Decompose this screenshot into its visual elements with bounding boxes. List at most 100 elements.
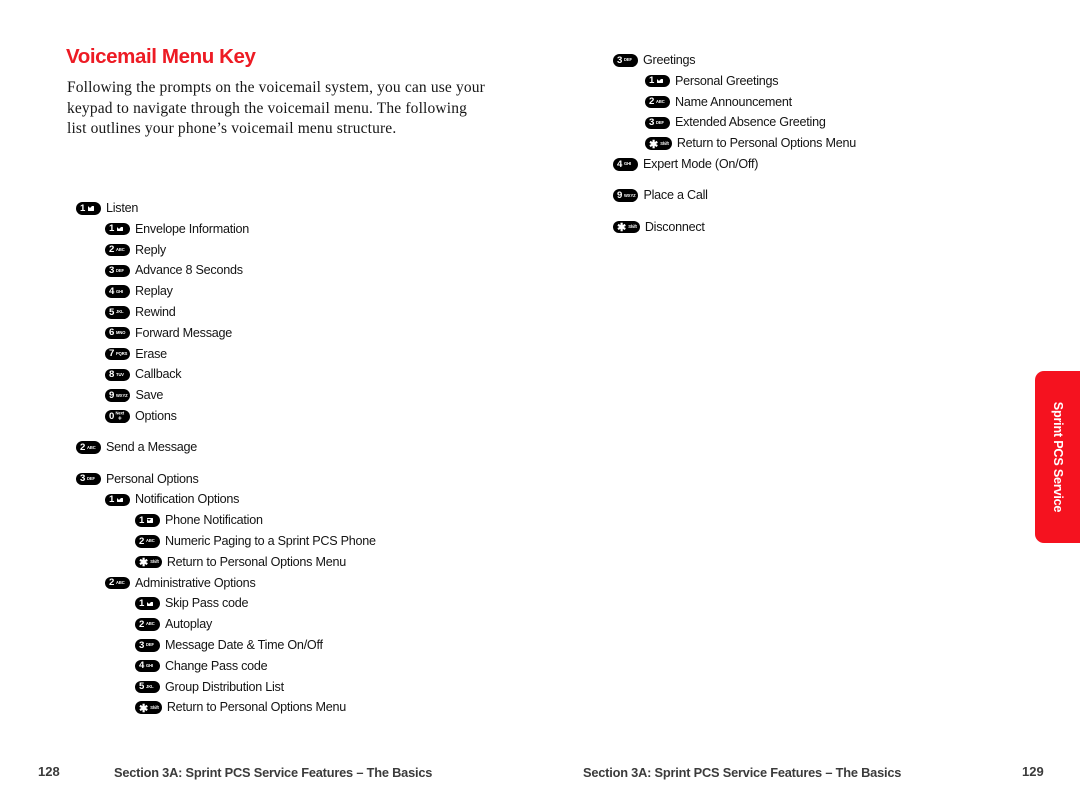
keypad-key-4-icon: 4 GHI <box>613 158 638 171</box>
keypad-key-digit: 2 <box>109 577 115 589</box>
menu-item: ✱ Shift Disconnect <box>540 217 1080 238</box>
menu-item-label: Phone Notification <box>165 513 263 528</box>
keypad-key-sublabel: ABC <box>656 98 665 105</box>
keypad-key-star-icon: ✱ Shift <box>135 555 162 569</box>
menu-item: 4 GHI Replay <box>0 281 540 302</box>
menu-item-label: Notification Options <box>135 492 240 507</box>
keypad-key-digit: 3 <box>80 473 86 485</box>
keypad-key-5-icon: 5 JKL <box>135 680 160 694</box>
keypad-key-digit: 5 <box>109 306 115 318</box>
keypad-key-sublabel: Shift <box>150 704 159 710</box>
right-page-column: 3 DEF Greetings 1 Personal Greetings 2 ABC Name… <box>540 0 1080 810</box>
menu-item-label: Group Distribution List <box>165 679 284 694</box>
envelope-icon <box>87 206 94 211</box>
keypad-key-3-icon: 3 DEF <box>645 116 670 130</box>
keypad-key-sublabel: ABC <box>116 579 125 586</box>
keypad-key-digit: 2 <box>80 441 86 453</box>
keypad-key-3-icon: 3 DEF <box>135 639 160 652</box>
star-glyph: ✱ <box>139 702 149 715</box>
keypad-key-7-icon: 7 PQRS <box>105 347 131 361</box>
keypad-key-digit: 1 <box>109 493 115 505</box>
voicemail-menu-right: 3 DEF Greetings 1 Personal Greetings 2 ABC Name… <box>540 50 1080 237</box>
menu-item: 9 WXYZ Place a Call <box>540 185 1080 206</box>
keypad-key-sublabel: ABC <box>146 537 155 544</box>
keypad-key-1-icon: 1 <box>105 493 130 506</box>
menu-item-label: Extended Absence Greeting <box>675 115 826 130</box>
keypad-key-sublabel: WXYZ <box>624 192 636 198</box>
keypad-key-digit: 1 <box>139 597 145 609</box>
right-page-number: 129 <box>1022 764 1044 779</box>
keypad-key-1-icon: 1 <box>105 222 130 236</box>
keypad-key-1-icon: 1 <box>135 514 160 527</box>
envelope-icon <box>146 601 153 606</box>
keypad-key-sublabel: PQRS <box>116 350 128 357</box>
keypad-key-sublabel: Shift <box>150 558 159 565</box>
keypad-key-9-icon: 9 WXYZ <box>613 189 639 202</box>
menu-item-label: Disconnect <box>644 219 705 234</box>
keypad-key-digit: 7 <box>109 348 115 360</box>
keypad-key-digit: 2 <box>649 96 655 108</box>
menu-item-label: Change Pass code <box>165 658 268 673</box>
menu-item: 2 ABC Reply <box>0 240 540 261</box>
menu-item-label: Options <box>135 409 177 424</box>
keypad-key-2-icon: 2 ABC <box>135 618 160 631</box>
keypad-key-sublabel: GHI <box>624 160 632 167</box>
menu-item: 2 ABC Send a Message <box>0 437 540 458</box>
left-page-number: 128 <box>38 764 60 779</box>
keypad-key-4-icon: 4 GHI <box>105 285 130 298</box>
keypad-key-digit: 9 <box>109 389 115 401</box>
menu-item-label: Expert Mode (On/Off) <box>643 157 759 172</box>
menu-item: 1 Listen <box>0 198 540 219</box>
menu-item: ✱ Shift Return to Personal Options Menu <box>0 697 540 718</box>
menu-item-label: Administrative Options <box>135 575 256 590</box>
section-side-tab: Sprint PCS Service <box>1035 371 1080 543</box>
keypad-key-digit: 3 <box>109 264 115 276</box>
menu-item: ✱ Shift Return to Personal Options Menu <box>540 133 1080 154</box>
keypad-key-sublabel: GHI <box>116 288 124 294</box>
menu-item-label: Personal Greetings <box>675 73 779 88</box>
keypad-key-1-icon: 1 <box>76 202 101 215</box>
keypad-key-digit: 0 <box>109 410 115 422</box>
menu-item-label: Autoplay <box>165 617 213 632</box>
keypad-key-digit: 3 <box>139 639 145 651</box>
keypad-key-digit: 2 <box>109 244 115 256</box>
menu-item-label: Replay <box>135 284 173 299</box>
keypad-key-6-icon: 6 MNO <box>105 326 130 340</box>
keypad-key-digit: 9 <box>617 189 623 201</box>
envelope-icon <box>146 518 153 523</box>
menu-item: 3 DEF Personal Options <box>0 469 540 490</box>
manual-page: Voicemail Menu Key Following the prompts… <box>0 0 1080 810</box>
keypad-key-sublabel: MNO <box>116 329 126 336</box>
menu-item-label: Reply <box>135 242 166 257</box>
menu-item: 7 PQRS Erase <box>0 344 540 365</box>
keypad-key-9-icon: 9 WXYZ <box>105 389 131 402</box>
menu-item-label: Personal Options <box>106 471 199 486</box>
menu-item: 1 Skip Pass code <box>0 593 540 614</box>
keypad-key-sublabel: JKL <box>146 683 154 690</box>
keypad-key-2-icon: 2 ABC <box>645 95 670 109</box>
envelope-icon <box>656 78 663 84</box>
menu-item: 8 TUV Callback <box>0 364 540 385</box>
star-glyph: ✱ <box>649 138 659 151</box>
menu-item: 3 DEF Extended Absence Greeting <box>540 112 1080 133</box>
keypad-key-sublabel: DEF <box>624 56 632 63</box>
keypad-key-digit: 6 <box>109 327 115 339</box>
menu-item-label: Return to Personal Options Menu <box>676 136 856 151</box>
menu-item: 2 ABC Administrative Options <box>0 573 540 594</box>
keypad-key-2-icon: 2 ABC <box>105 243 130 257</box>
keypad-key-2-icon: 2 ABC <box>105 576 130 590</box>
keypad-key-digit: 1 <box>80 202 86 214</box>
menu-item-label: Message Date & Time On/Off <box>165 638 323 653</box>
keypad-key-3-icon: 3 DEF <box>613 54 638 67</box>
menu-item: ✱ Shift Return to Personal Options Menu <box>0 552 540 573</box>
menu-item-label: Envelope Information <box>135 221 250 236</box>
menu-item: 4 GHI Change Pass code <box>0 656 540 677</box>
keypad-key-1-icon: 1 <box>645 74 670 88</box>
keypad-key-sublabel: WXYZ <box>116 392 128 398</box>
keypad-key-3-icon: 3 DEF <box>105 264 130 278</box>
keypad-key-sublabel: GHI <box>146 662 154 669</box>
menu-item: 2 ABC Numeric Paging to a Sprint PCS Phone <box>0 531 540 552</box>
keypad-key-1-icon: 1 <box>135 597 160 610</box>
menu-item: 1 Notification Options <box>0 489 540 510</box>
keypad-key-digit: 1 <box>139 514 145 526</box>
